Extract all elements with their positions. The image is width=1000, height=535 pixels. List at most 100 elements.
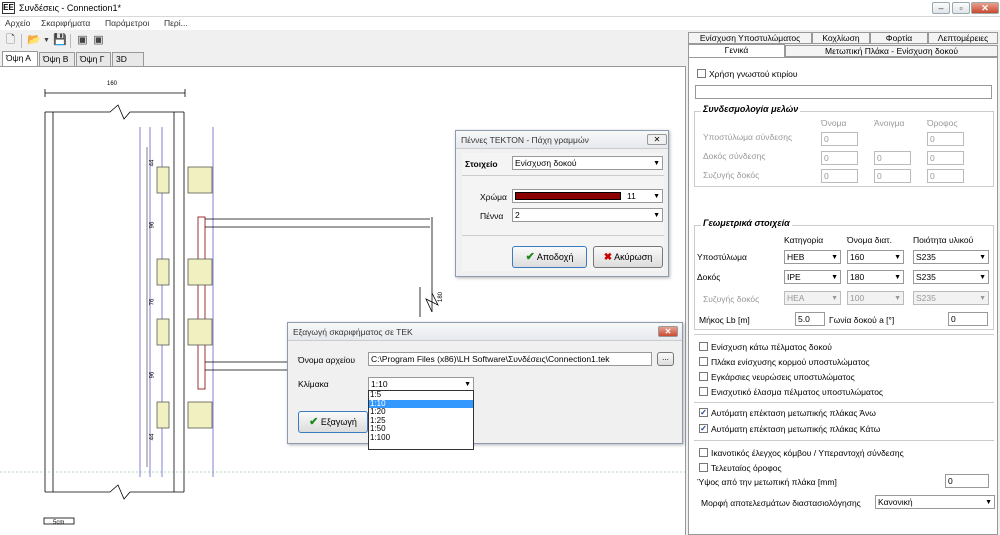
new-file-icon[interactable]: 🗋 [4, 34, 17, 47]
height-input[interactable]: 0 [945, 474, 989, 488]
auto-extend-bottom-checkbox[interactable]: ✓ [699, 424, 708, 433]
element-label: Στοιχείο [465, 159, 498, 169]
option-label-3: Εγκάρσιες νευρώσεις υποστυλώματος [711, 372, 855, 382]
divider [694, 440, 994, 441]
right-dimension-label: 180 [438, 291, 445, 303]
file-name-label: Όνομα αρχείου [298, 355, 355, 365]
tab-general[interactable]: Γενικά [688, 44, 785, 58]
file-name-input[interactable]: C:\Program Files (x86)\LH Software\Συνδέ… [368, 352, 652, 366]
color-swatch [515, 192, 621, 200]
height-label: Ύψος από την μετωπική πλάκα [mm] [697, 477, 837, 487]
pen-dialog: Πέννες TEKTON - Πάχη γραμμών ✕ Στοιχείο … [455, 130, 669, 277]
minimize-button[interactable]: – [932, 2, 950, 14]
cancel-button[interactable]: ✖ Ακύρωση [593, 246, 663, 268]
scale-select[interactable]: 1:10 ▼ [368, 377, 474, 391]
column-material-select[interactable]: S235 ▼ [913, 250, 989, 264]
browse-button[interactable]: ... [657, 352, 674, 366]
length-input[interactable]: 5.0 [795, 312, 825, 326]
geometry-group-title: Γεωμετρικά στοιχεία [701, 218, 792, 228]
connected-beam-name[interactable]: 0 [821, 151, 858, 165]
tab-column-reinforcement[interactable]: Ενίσχυση Υποστυλώματος [688, 32, 812, 44]
pen-dialog-close-button[interactable]: ✕ [647, 134, 667, 145]
menu-sketches[interactable]: Σκαριφήματα [41, 18, 90, 28]
menu-bar: Αρχείο Σκαριφήματα Παράμετροι Περί... [0, 17, 1000, 30]
scale-option[interactable]: 1:100 [369, 433, 473, 443]
export-icon[interactable]: ▣ [76, 34, 89, 47]
column-size-select[interactable]: 160 ▼ [847, 250, 904, 264]
pen-dialog-title: Πέννες TEKTON - Πάχη γραμμών [456, 131, 668, 149]
divider [694, 402, 994, 403]
properties-panel: Ενίσχυση Υποστυλώματος Κοχλίωση Φορτία Λ… [687, 31, 1000, 535]
auto-extend-top-label: Αυτόματη επέκταση μετωπικής πλάκας Άνω [711, 408, 876, 418]
divider [462, 175, 664, 176]
export-dialog-close-button[interactable]: ✕ [658, 326, 678, 337]
export-dialog-title: Εξαγωγή σκαριφήματος σε ΤΕΚ [288, 323, 682, 341]
color-select[interactable]: 11 ▼ [512, 189, 663, 203]
beam-size-select[interactable]: 180 ▼ [847, 270, 904, 284]
tab-end-plate[interactable]: Μετωπική Πλάκα - Ενίσχυση δοκού [785, 45, 998, 57]
menu-about[interactable]: Περί... [164, 18, 188, 28]
auto-extend-bottom-label: Αυτόματη επέκταση μετωπικής πλάκας Κάτω [711, 424, 881, 434]
column-category-select[interactable]: HEB ▼ [784, 250, 841, 264]
option-checkbox-4[interactable] [699, 387, 708, 396]
dropdown-arrow-icon[interactable]: ▼ [40, 34, 53, 47]
col-header-span: Άνοιγμα [874, 118, 905, 128]
option-checkbox-1[interactable] [699, 342, 708, 351]
tab-view-a[interactable]: Όψη Α [2, 51, 38, 66]
open-folder-icon[interactable]: 📂 [27, 34, 41, 47]
connected-column-floor[interactable]: 0 [927, 132, 964, 146]
capacity-check-checkbox[interactable] [699, 448, 708, 457]
tab-loads[interactable]: Φορτία [870, 32, 928, 44]
beam-category-select[interactable]: IPE ▼ [784, 270, 841, 284]
conjugate-beam-name[interactable]: 0 [821, 169, 858, 183]
tab-view-b[interactable]: Όψη Β [39, 52, 75, 66]
divider [694, 334, 994, 335]
close-button[interactable]: ✕ [971, 2, 999, 14]
results-format-select[interactable]: Κανονική ▼ [875, 495, 995, 509]
conjugate-category-select[interactable]: HEA ▼ [784, 291, 841, 305]
conjugate-size-select[interactable]: 100 ▼ [847, 291, 904, 305]
accept-button[interactable]: ✔ Αποδοχή [512, 246, 587, 268]
last-floor-checkbox[interactable] [699, 463, 708, 472]
conjugate-beam-span[interactable]: 0 [874, 169, 911, 183]
element-select[interactable]: Ενίσχυση δοκού ▼ [512, 156, 663, 170]
beam-material-select[interactable]: S235 ▼ [913, 270, 989, 284]
toolbar-separator [70, 34, 71, 48]
option-checkbox-2[interactable] [699, 357, 708, 366]
tab-bolting[interactable]: Κοχλίωση [812, 32, 870, 44]
app-icon: ΕΕ [2, 2, 15, 14]
save-icon[interactable]: 💾 [53, 34, 67, 47]
use-known-building-checkbox[interactable] [697, 69, 706, 78]
view-tabs: Όψη Α Όψη Β Όψη Γ 3D [0, 51, 686, 66]
export-button[interactable]: ✔ Εξαγωγή [298, 411, 368, 433]
col-header-floor: Όροφος [927, 118, 958, 128]
title-bar: ΕΕ Συνδέσεις - Connection1* – ▫ ✕ [0, 0, 1000, 17]
angle-input[interactable]: 0 [948, 312, 988, 326]
angle-label: Γωνία δοκού a [°] [829, 315, 895, 325]
results-format-label: Μορφή αποτελεσμάτων διαστασιολόγησης [701, 498, 861, 508]
check-icon: ✔ [309, 416, 319, 428]
option-checkbox-3[interactable] [699, 372, 708, 381]
pen-select[interactable]: 2 ▼ [512, 208, 663, 222]
window-title: Συνδέσεις - Connection1* [19, 3, 121, 13]
dim-label-5: 44 [149, 433, 156, 441]
scale-dropdown-list: 1:5 1:10 1:20 1:25 1:50 1:100 [368, 390, 474, 450]
connected-beam-floor[interactable]: 0 [927, 151, 964, 165]
tab-details[interactable]: Λεπτομέρειες [928, 32, 998, 44]
auto-extend-top-checkbox[interactable]: ✓ [699, 408, 708, 417]
building-input[interactable] [695, 85, 992, 99]
conjugate-material-select[interactable]: S235 ▼ [913, 291, 989, 305]
connected-column-name[interactable]: 0 [821, 132, 858, 146]
menu-file[interactable]: Αρχείο [5, 18, 30, 28]
tab-view-c[interactable]: Όψη Γ [76, 52, 111, 66]
conjugate-beam-floor[interactable]: 0 [927, 169, 964, 183]
maximize-button[interactable]: ▫ [952, 2, 970, 14]
use-known-building-label: Χρήση γνωστού κτιρίου [709, 69, 798, 79]
scale-label: Κλίμακα [298, 379, 329, 389]
geom-header-size: Όνομα διατ. [847, 235, 892, 245]
length-label: Μήκος Lb [m] [699, 315, 750, 325]
connected-beam-span[interactable]: 0 [874, 151, 911, 165]
tab-3d[interactable]: 3D [112, 52, 144, 66]
menu-parameters[interactable]: Παράμετροι [105, 18, 149, 28]
pens-icon[interactable]: ▣ [92, 34, 105, 47]
